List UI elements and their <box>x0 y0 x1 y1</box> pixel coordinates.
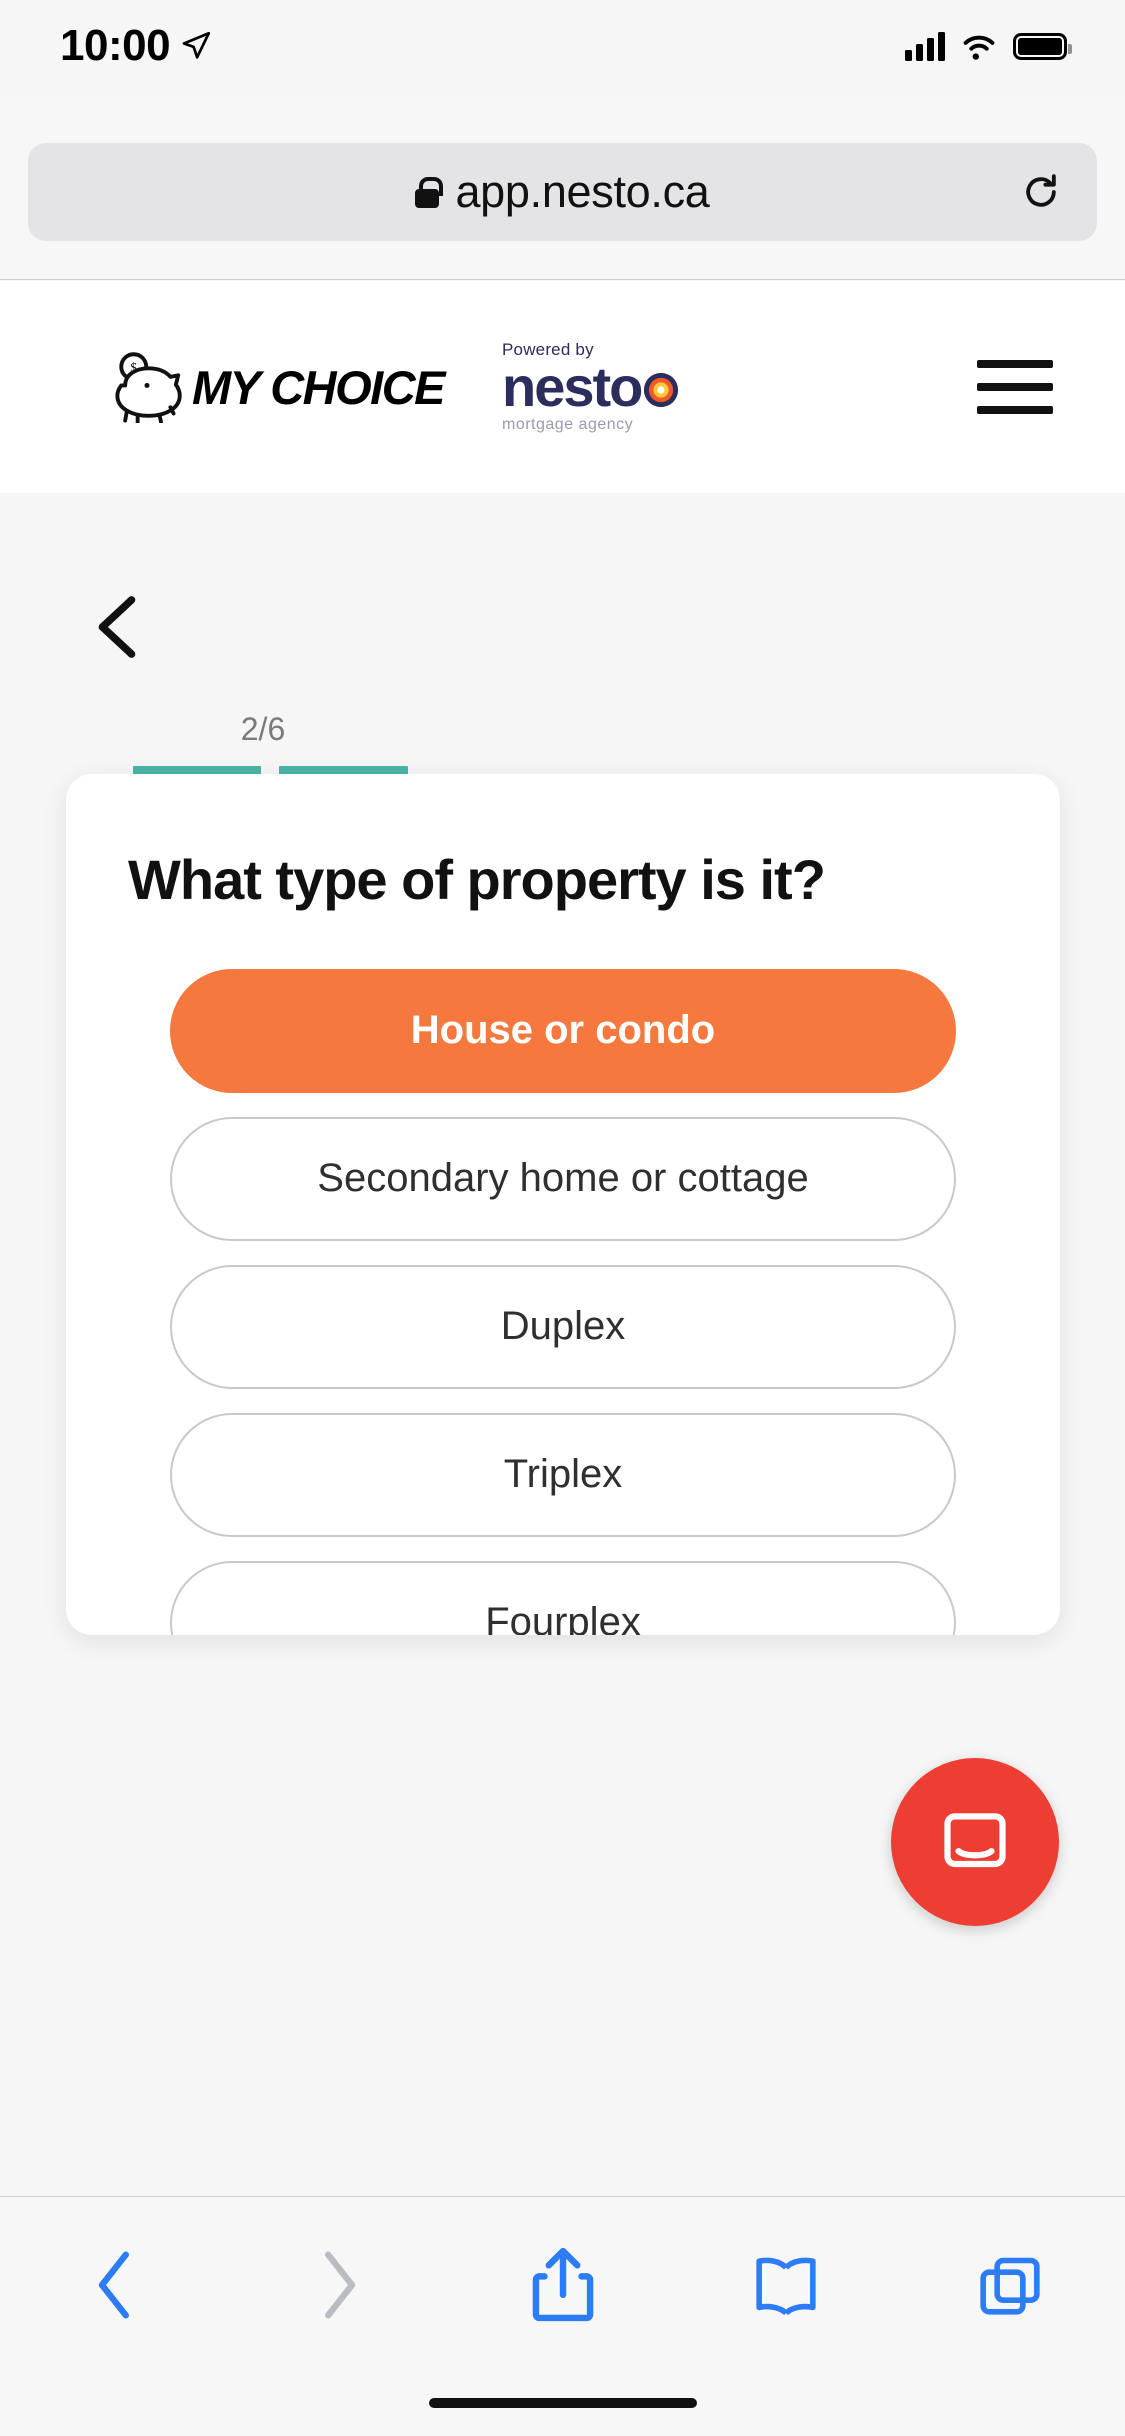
option-triplex[interactable]: Triplex <box>170 1412 956 1537</box>
status-bar-indicators <box>905 31 1072 61</box>
brand-name: MY CHOICE <box>192 360 446 414</box>
tabs-icon <box>980 2257 1040 2315</box>
battery-full-icon <box>1013 32 1072 60</box>
chevron-left-icon <box>98 2251 129 2319</box>
home-indicator <box>428 2398 697 2408</box>
question-card: What type of property is it? House or co… <box>66 774 1060 1635</box>
browser-forward-button[interactable] <box>274 2230 404 2340</box>
phone-screen: 10:00 app.nesto.ca $ MY CHOICE Powered b… <box>0 0 1125 2436</box>
partner-name: nesto <box>502 354 643 418</box>
partner-tagline: mortgage agency <box>502 416 634 434</box>
intercom-chat-icon <box>944 1813 1006 1868</box>
hamburger-menu-icon[interactable] <box>977 360 1053 414</box>
page-title: What type of property is it? <box>128 848 826 911</box>
option-duplex[interactable]: Duplex <box>170 1264 956 1389</box>
browser-share-button[interactable] <box>498 2230 628 2340</box>
lock-icon <box>415 176 444 208</box>
progress-label: 2/6 <box>240 711 286 747</box>
intercom-chat-button[interactable] <box>891 1758 1059 1926</box>
site-header: $ MY CHOICE Powered by nesto mortgage ag… <box>0 281 1125 493</box>
chevron-right-icon <box>324 2251 355 2319</box>
partner-logo[interactable]: Powered by nesto mortgage agency <box>502 340 679 434</box>
page-back-button[interactable] <box>92 593 142 661</box>
browser-toolbar <box>0 2196 1125 2436</box>
option-list: House or condo Secondary home or cottage… <box>128 968 998 1635</box>
address-bar-content: app.nesto.ca <box>415 166 710 218</box>
page-content: 2/6 What type of property is it? House o… <box>0 493 1125 1926</box>
wifi-icon <box>963 35 995 60</box>
browser-toolbar-row <box>0 2225 1125 2345</box>
piggy-bank-icon: $ <box>115 352 182 423</box>
browser-address-bar-area: app.nesto.ca <box>0 93 1125 280</box>
address-bar-url: app.nesto.ca <box>455 166 710 217</box>
share-icon <box>532 2247 593 2322</box>
cellular-bars-icon <box>905 31 945 61</box>
partner-wordmark: nesto <box>502 354 679 418</box>
browser-back-button[interactable] <box>50 2230 180 2340</box>
option-house-or-condo[interactable]: House or condo <box>170 968 956 1093</box>
brand-logo[interactable]: $ MY CHOICE <box>108 351 446 423</box>
browser-tabs-button[interactable] <box>945 2230 1075 2340</box>
status-bar-time: 10:00 <box>60 21 171 70</box>
option-secondary-home-or-cottage[interactable]: Secondary home or cottage <box>170 1116 956 1241</box>
location-arrow-icon <box>182 31 211 59</box>
address-bar[interactable]: app.nesto.ca <box>28 143 1097 241</box>
status-bar: 10:00 <box>0 0 1125 92</box>
nesto-target-icon <box>644 373 679 408</box>
option-fourplex[interactable]: Fourplex <box>170 1560 956 1635</box>
reload-icon[interactable] <box>1019 170 1063 214</box>
book-icon <box>756 2257 816 2316</box>
status-bar-time-group: 10:00 <box>60 21 213 71</box>
browser-bookmarks-button[interactable] <box>721 2230 851 2340</box>
